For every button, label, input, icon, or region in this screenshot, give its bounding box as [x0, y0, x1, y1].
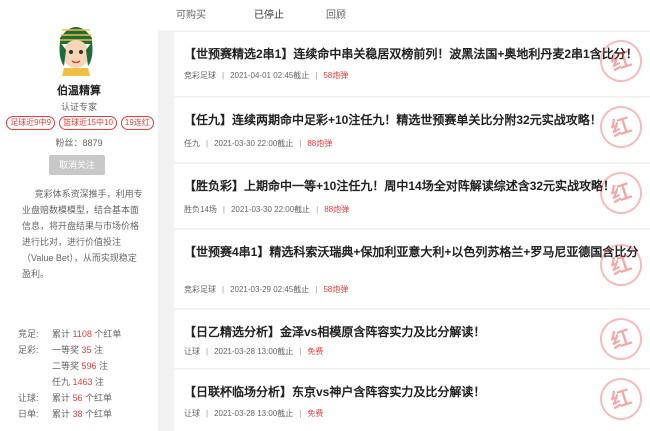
article-title[interactable]: 【世预赛4串1】精选科索沃瑞典+保加利亚意大利+以色列苏格兰+罗马尼亚德国含比分	[184, 244, 639, 261]
expert-title: 认证专家	[60, 102, 97, 112]
achievement-badges: 足球近9中9 篮球近15中10 19连红	[4, 116, 156, 130]
expert-name: 伯温精算	[57, 85, 101, 97]
article-list: 【世预赛精选2串1】连续命中串关稳居双榜前列！波黑法国+奥地利丹麦2串1含比分！…	[174, 32, 650, 431]
tab-bar: 可购买 已停止 回顾	[158, 0, 650, 30]
red-stamp-icon: 红	[594, 100, 648, 154]
article-title[interactable]: 【任九】连续两期命中足彩+10注任九！精选世预赛单关比分附32元实战攻略！	[184, 112, 639, 129]
article-card[interactable]: 【世预赛4串1】精选科索沃瑞典+保加利亚意大利+以色列苏格兰+罗马尼亚德国含比分…	[174, 230, 650, 308]
article-card[interactable]: 【日乙精选分析】金泽vs相模原含阵容实力及比分解读！ 让球 | 2021-03-2…	[174, 310, 650, 368]
article-title[interactable]: 【日联杯临场分析】东京vs神户含阵容实力及比分解读！	[184, 384, 639, 401]
unfollow-button[interactable]: 取消关注	[49, 155, 105, 175]
badge-basketball: 篮球近15中10	[59, 116, 117, 130]
red-stamp-icon: 红	[594, 166, 648, 220]
stat-row: 足彩: 一等奖 35 注	[18, 345, 104, 355]
stats-list: 竞足: 累计 1108 个红单 足彩: 一等奖 35 注 二等奖 596 注 任…	[18, 326, 153, 422]
tab-stopped[interactable]: 已停止	[254, 6, 284, 21]
stat-row: 二等奖 596 注	[52, 361, 109, 371]
red-stamp-icon: 红	[594, 372, 648, 426]
badge-football: 足球近9中9	[6, 116, 56, 130]
badge-streak: 19连红	[120, 116, 154, 130]
article-meta: 竞彩足球 | 2021-03-29 02:45截止 | 58炮弹	[184, 285, 349, 294]
article-meta: 让球 | 2021-03-28 13:00截止 | 免费	[184, 347, 324, 356]
article-title[interactable]: 【日乙精选分析】金泽vs相模原含阵容实力及比分解读！	[184, 324, 639, 341]
red-stamp-icon: 红	[594, 34, 648, 88]
tab-review[interactable]: 回顾	[326, 6, 346, 21]
article-card[interactable]: 【世预赛精选2串1】连续命中串关稳居双榜前列！波黑法国+奥地利丹麦2串1含比分！…	[174, 32, 650, 96]
fan-count: 粉丝：8879	[55, 138, 103, 148]
article-title[interactable]: 【世预赛精选2串1】连续命中串关稳居双榜前列！波黑法国+奥地利丹麦2串1含比分！	[184, 46, 639, 63]
expert-sidebar: 伯温精算 认证专家 足球近9中9 篮球近15中10 19连红 粉丝：8879 取…	[0, 0, 158, 431]
article-meta: 让球 | 2021-03-28 13:00截止 | 免费	[184, 409, 324, 418]
stat-row: 竞足: 累计 1108 个红单	[18, 329, 122, 339]
article-meta: 胜负14场 | 2021-03-30 22:00截止 | 88炮弹	[184, 205, 350, 214]
article-meta: 竞彩足球 | 2021-04-01 02:45截止 | 58炮弹	[184, 71, 349, 80]
tab-available[interactable]: 可购买	[176, 6, 206, 21]
expert-avatar[interactable]	[50, 18, 102, 76]
red-stamp-icon: 红	[594, 312, 648, 366]
stat-row: 任九 1463 注	[52, 377, 105, 387]
article-meta: 任九 | 2021-03-30 22:00截止 | 88炮弹	[184, 139, 333, 148]
article-card[interactable]: 【日联杯临场分析】东京vs神户含阵容实力及比分解读！ 让球 | 2021-03-2…	[174, 370, 650, 431]
expert-bio: 竞彩体系资深推手，利用专业盘赔数模模型，结合基本面信息，将开盘结果与市场价格进行…	[22, 189, 143, 279]
stat-row: 日单: 累计 38 个红单	[18, 409, 113, 419]
article-title[interactable]: 【胜负彩】上期命中一等+10注任九！周中14场全对阵解读综述含32元实战攻略！	[184, 178, 639, 195]
article-card[interactable]: 【胜负彩】上期命中一等+10注任九！周中14场全对阵解读综述含32元实战攻略！ …	[174, 164, 650, 228]
article-card[interactable]: 【任九】连续两期命中足彩+10注任九！精选世预赛单关比分附32元实战攻略！ 任九…	[174, 98, 650, 162]
stat-row: 让球: 累计 56 个红单	[18, 393, 113, 403]
